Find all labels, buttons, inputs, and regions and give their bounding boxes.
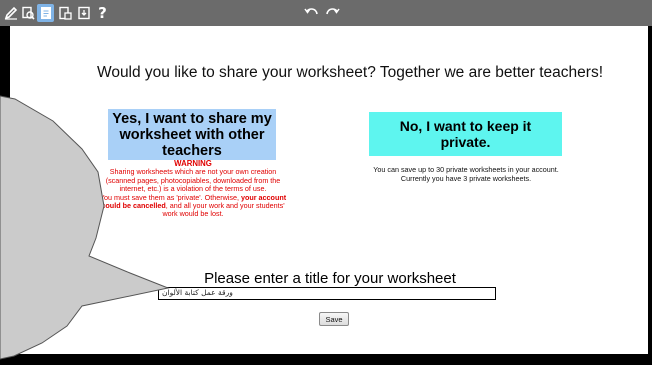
app-window: ? Would you like to share your worksheet… [0,0,652,365]
private-count-text: Currently you have 3 private worksheets. [400,173,532,183]
save-as-icon[interactable] [56,4,73,22]
share-dialog-page: Would you like to share your worksheet? … [10,26,648,354]
warning-cancellation-text: You must save them as 'private'. Otherwi… [99,192,287,219]
save-document-icon[interactable] [37,4,54,22]
keep-private-button[interactable]: No, I want to keep it private. [369,112,562,156]
warning-text: Sharing worksheets which are not your ow… [105,167,281,194]
title-prompt-label: Please enter a title for your worksheet [204,270,456,287]
preview-icon[interactable] [19,4,36,22]
export-icon[interactable] [75,4,92,22]
save-button[interactable]: Save [319,312,349,326]
private-quota-info: You can save up to 30 private worksheets… [366,165,566,183]
undo-icon[interactable] [303,4,320,22]
worksheet-title-input[interactable]: ورقة عمل كتابة الألوان [158,287,496,300]
help-icon[interactable]: ? [94,4,111,22]
share-warning: WARNING Sharing worksheets which are not… [94,159,292,219]
page-title: Would you like to share your worksheet? … [96,64,604,81]
edit-icon[interactable] [2,4,19,22]
top-toolbar: ? [0,0,652,26]
share-worksheet-button[interactable]: Yes, I want to share my worksheet with o… [108,109,276,160]
redo-icon[interactable] [323,4,340,22]
